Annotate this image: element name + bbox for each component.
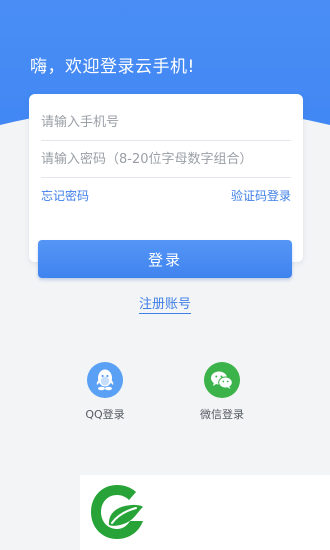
register-row: 注册账号 bbox=[0, 293, 330, 314]
forgot-password-link[interactable]: 忘记密码 bbox=[41, 187, 89, 204]
wechat-icon bbox=[204, 362, 240, 398]
welcome-title: 嗨，欢迎登录云手机! bbox=[30, 57, 195, 77]
logo-panel bbox=[80, 475, 330, 550]
phone-input[interactable] bbox=[41, 104, 291, 141]
register-link[interactable]: 注册账号 bbox=[138, 297, 191, 314]
qq-icon bbox=[87, 362, 123, 398]
qq-login-button[interactable]: QQ登录 bbox=[65, 362, 145, 422]
login-card: 忘记密码 验证码登录 bbox=[29, 94, 303, 262]
login-button[interactable]: 登录 bbox=[38, 240, 292, 278]
qq-login-label: QQ登录 bbox=[85, 408, 125, 421]
wechat-login-button[interactable]: 微信登录 bbox=[182, 362, 262, 422]
app-logo-icon bbox=[91, 485, 143, 539]
wechat-login-label: 微信登录 bbox=[200, 408, 244, 421]
code-login-link[interactable]: 验证码登录 bbox=[231, 187, 291, 204]
password-input[interactable] bbox=[41, 141, 291, 178]
